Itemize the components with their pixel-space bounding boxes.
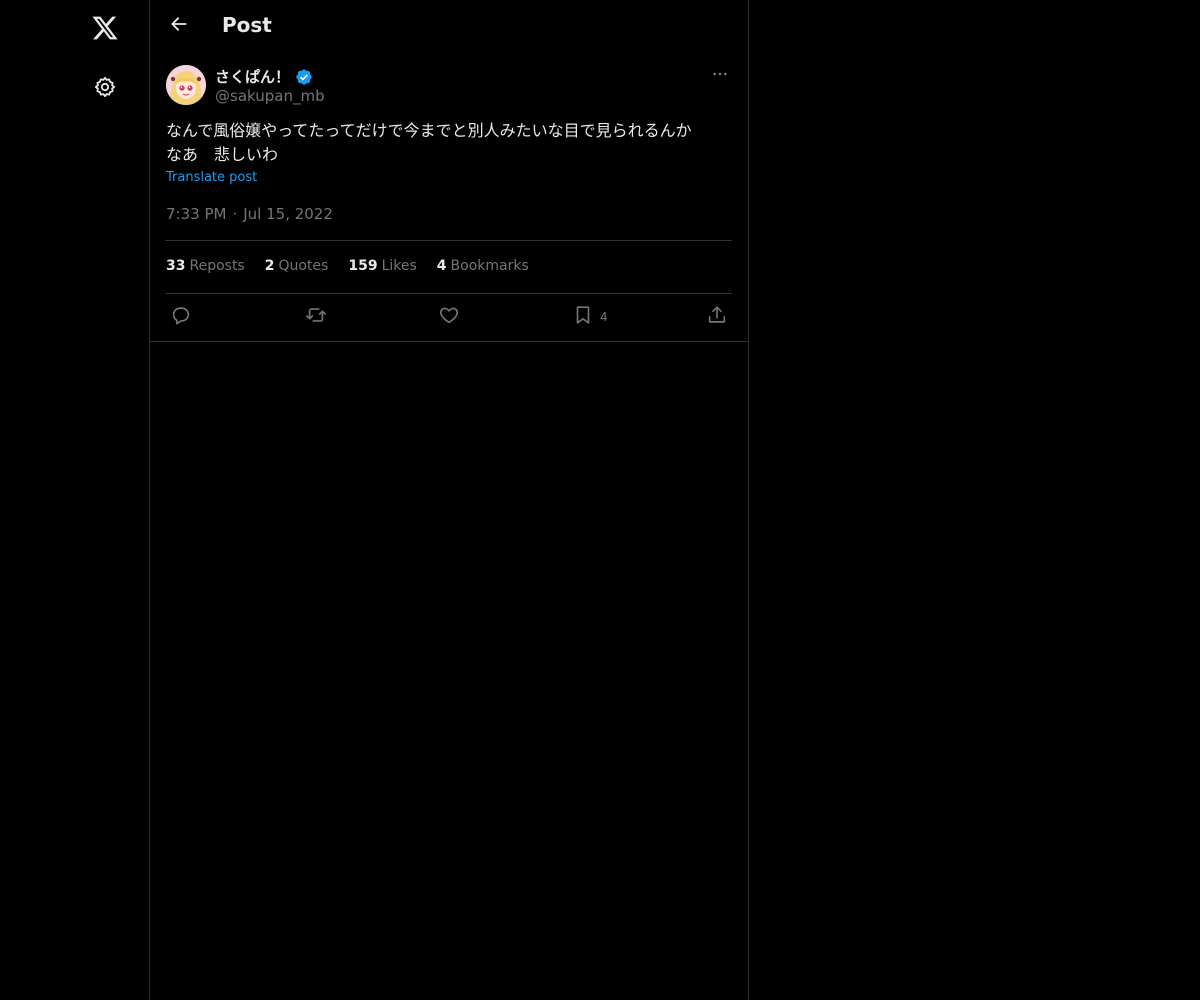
reply-icon: [170, 304, 192, 330]
divider: [165, 240, 732, 241]
avatar[interactable]: [166, 65, 206, 105]
reply-button[interactable]: [170, 304, 192, 330]
post-date[interactable]: Jul 15, 2022: [243, 205, 333, 223]
stat-label: Bookmarks: [450, 258, 529, 274]
page-header: Post: [150, 0, 748, 54]
translate-post-link[interactable]: Translate post: [166, 170, 257, 185]
x-logo-icon[interactable]: [87, 10, 123, 46]
bookmark-count: 4: [600, 310, 608, 324]
stat-label: Quotes: [278, 258, 329, 274]
stat-bookmarks[interactable]: 4 Bookmarks: [437, 258, 529, 274]
page-title: Post: [222, 13, 272, 37]
divider: [150, 341, 748, 342]
author-name-row[interactable]: さくぱん！: [215, 66, 313, 87]
bookmark-icon: [572, 304, 594, 330]
post-timestamp: 7:33 PM · Jul 15, 2022: [166, 205, 333, 223]
post-actions: 4: [166, 300, 732, 334]
author-handle[interactable]: @sakupan_mb: [215, 87, 325, 105]
stat-likes[interactable]: 159 Likes: [348, 258, 416, 274]
stat-count: 2: [264, 258, 275, 274]
verified-badge-icon: [295, 68, 313, 86]
heart-icon: [438, 304, 460, 330]
stat-reposts[interactable]: 33 Reposts: [166, 258, 245, 274]
gear-icon[interactable]: [87, 69, 123, 105]
share-icon: [706, 304, 728, 330]
timestamp-separator: ·: [232, 205, 238, 223]
stat-count: 33: [166, 258, 186, 274]
stat-label: Reposts: [189, 258, 245, 274]
stat-label: Likes: [381, 258, 417, 274]
bookmark-button[interactable]: 4: [572, 304, 608, 330]
main-column: Post さくぱん！ @sakupan_mb なんで風俗嬢やってたってだけで今ま…: [149, 0, 749, 1000]
stat-quotes[interactable]: 2 Quotes: [265, 258, 329, 274]
author-display-name[interactable]: さくぱん！: [215, 66, 290, 87]
back-button[interactable]: [162, 9, 196, 43]
arrow-left-icon: [169, 14, 189, 38]
repost-icon: [304, 304, 328, 330]
stat-count: 4: [436, 258, 447, 274]
post-text: なんで風俗嬢やってたってだけで今までと別人みたいな目で見られるんか なあ 悲しい…: [166, 121, 692, 164]
like-button[interactable]: [438, 304, 460, 330]
left-nav: [0, 0, 150, 1000]
more-options-button[interactable]: [708, 64, 732, 88]
post-stats: 33 Reposts 2 Quotes 159 Likes 4 Bookmarks: [166, 258, 529, 274]
divider: [165, 293, 732, 294]
share-button[interactable]: [706, 304, 728, 330]
repost-button[interactable]: [304, 304, 328, 330]
post-time[interactable]: 7:33 PM: [166, 205, 226, 223]
stat-count: 159: [348, 258, 378, 274]
more-dots-icon: [711, 65, 729, 87]
